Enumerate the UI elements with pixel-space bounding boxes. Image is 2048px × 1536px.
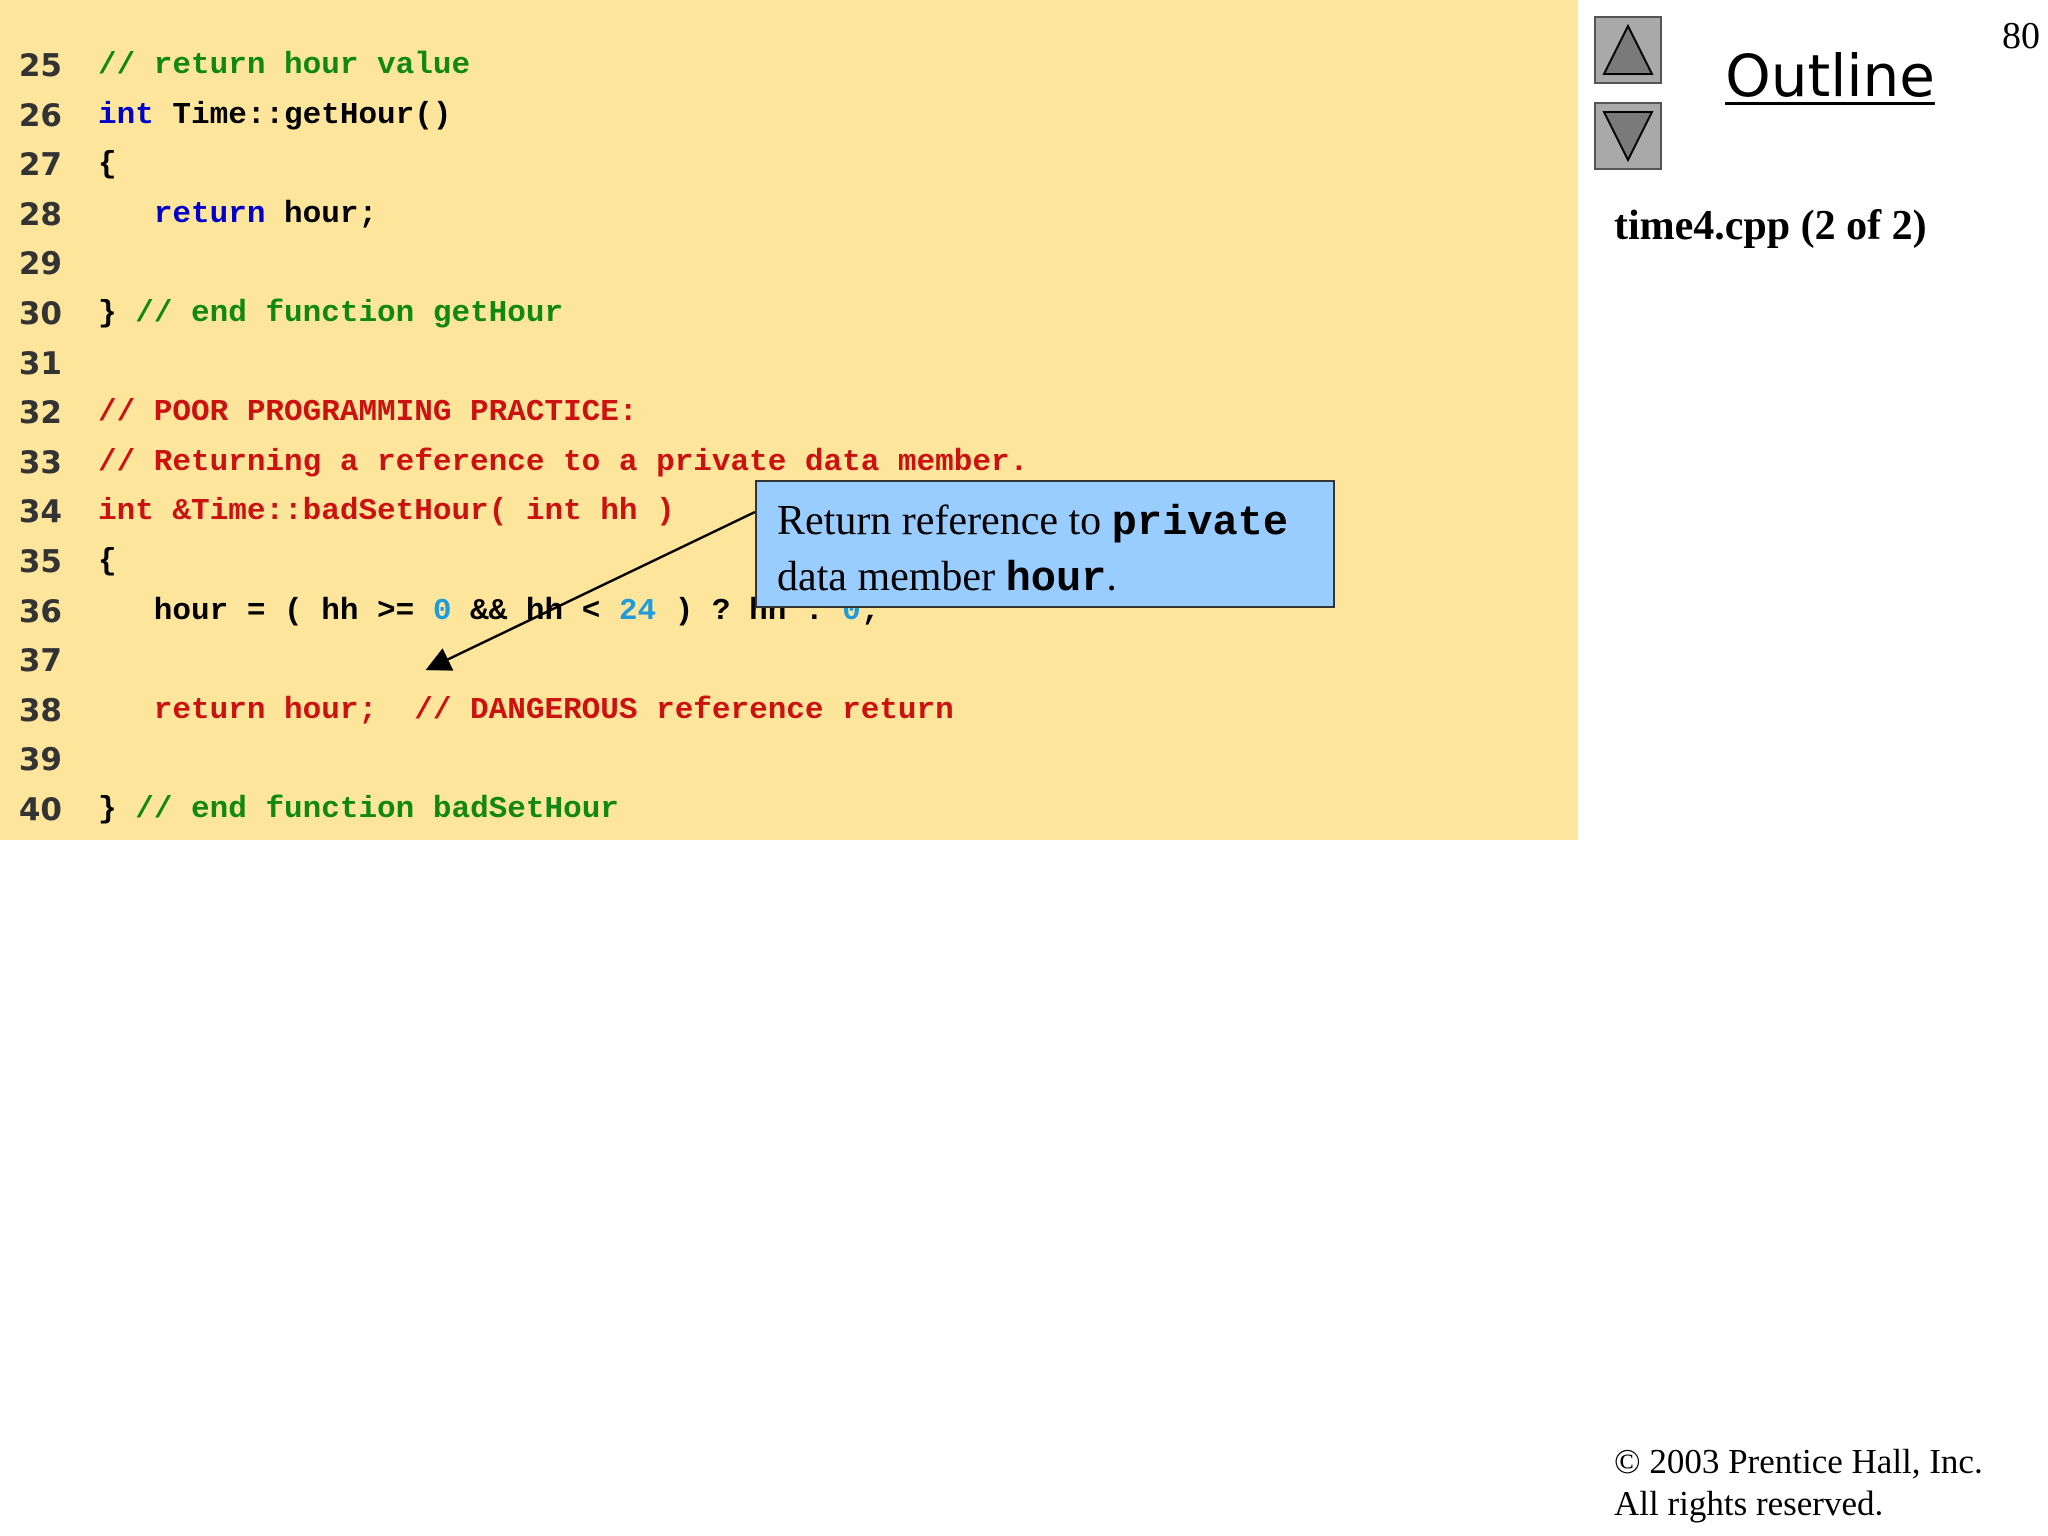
copyright-line-1: © 2003 Prentice Hall, Inc. (1614, 1442, 1983, 1481)
line-number: 39 (18, 742, 62, 779)
line-number: 36 (18, 593, 62, 630)
code-line: 40} // end function badSetHour (0, 790, 1578, 830)
code-token: 24 (618, 593, 657, 629)
code-line: 26 int Time::getHour() (0, 96, 1578, 136)
code-token: { (98, 544, 117, 579)
triangle-down-icon (1602, 111, 1654, 163)
code-text: return hour; (98, 195, 377, 235)
line-number: 35 (18, 544, 62, 580)
callout-text-end: . (1106, 554, 1117, 600)
code-text: { (98, 542, 117, 582)
line-number: 28 (18, 196, 62, 233)
code-token: hour; (265, 196, 378, 232)
code-text: } // end function getHour (98, 294, 563, 334)
line-number: 27 (18, 147, 62, 184)
code-text: int &Time::badSetHour( int hh ) (98, 492, 675, 532)
line-number: 33 (18, 444, 62, 481)
code-token: hour = ( hh >= (98, 593, 433, 629)
code-token: } (98, 792, 136, 827)
code-text: { (98, 145, 117, 185)
line-number: 37 (18, 643, 62, 680)
code-token: && hh < (451, 593, 619, 629)
code-text: // POOR PROGRAMMING PRACTICE: (98, 393, 638, 433)
callout-keyword-hour: hour (1005, 555, 1107, 603)
code-token: } (98, 296, 136, 331)
next-slide-button[interactable] (1594, 102, 1662, 170)
code-line: 32 // POOR PROGRAMMING PRACTICE: (0, 393, 1578, 433)
code-token: int (98, 97, 154, 133)
line-number: 31 (18, 345, 62, 382)
code-text: int Time::getHour() (98, 96, 451, 136)
callout-keyword-private: private (1111, 499, 1289, 547)
code-text: // return hour value (98, 46, 470, 86)
previous-slide-button[interactable] (1594, 16, 1662, 84)
code-line: 39 (0, 740, 1578, 780)
copyright-line-2: All rights reserved. (1614, 1484, 1884, 1523)
code-line: 27 { (0, 145, 1578, 185)
line-number: 26 (18, 97, 62, 134)
code-line: 29 (0, 244, 1578, 284)
code-token: // end function getHour (135, 296, 564, 331)
code-line: 33 // Returning a reference to a private … (0, 443, 1578, 483)
code-token: return (153, 196, 266, 232)
line-number: 40 (18, 792, 62, 828)
code-text: return hour; // DANGEROUS reference retu… (98, 691, 954, 731)
line-number: 38 (18, 692, 62, 729)
page-number: 80 (2002, 15, 2040, 57)
file-label: time4.cpp (2 of 2) (1614, 203, 1927, 249)
code-token: return hour; // DANGEROUS reference retu… (98, 692, 954, 728)
code-line: 30} // end function getHour (0, 294, 1578, 334)
callout-text-part2: data member (777, 554, 1006, 600)
code-text: } // end function badSetHour (98, 790, 619, 830)
outline-title[interactable]: Outline (1720, 42, 1940, 110)
code-line: 25 // return hour value (0, 46, 1578, 86)
line-number: 29 (18, 246, 62, 283)
code-token: // POOR PROGRAMMING PRACTICE: (98, 395, 638, 431)
code-line: 37 (0, 641, 1578, 681)
line-number: 34 (18, 494, 62, 531)
code-token: // Returning a reference to a private da… (98, 444, 1029, 480)
line-number: 30 (18, 296, 62, 332)
triangle-up-icon (1602, 23, 1654, 75)
code-token: int &Time::badSetHour( int hh ) (98, 494, 675, 530)
code-token: // end function badSetHour (135, 792, 619, 827)
code-token: 0 (432, 593, 452, 629)
code-line: 38 return hour; // DANGEROUS reference r… (0, 691, 1578, 731)
code-text: // Returning a reference to a private da… (98, 443, 1028, 483)
code-token: // return hour value (98, 48, 471, 83)
code-token: Time::getHour() (153, 97, 452, 133)
code-token: { (98, 147, 117, 183)
code-line: 28 return hour; (0, 195, 1578, 235)
line-number: 32 (18, 395, 62, 432)
line-number: 25 (18, 48, 62, 84)
callout-box: Return reference to private data member … (755, 480, 1335, 608)
code-line: 31 (0, 344, 1578, 384)
callout-text-part1: Return reference to (777, 498, 1112, 544)
